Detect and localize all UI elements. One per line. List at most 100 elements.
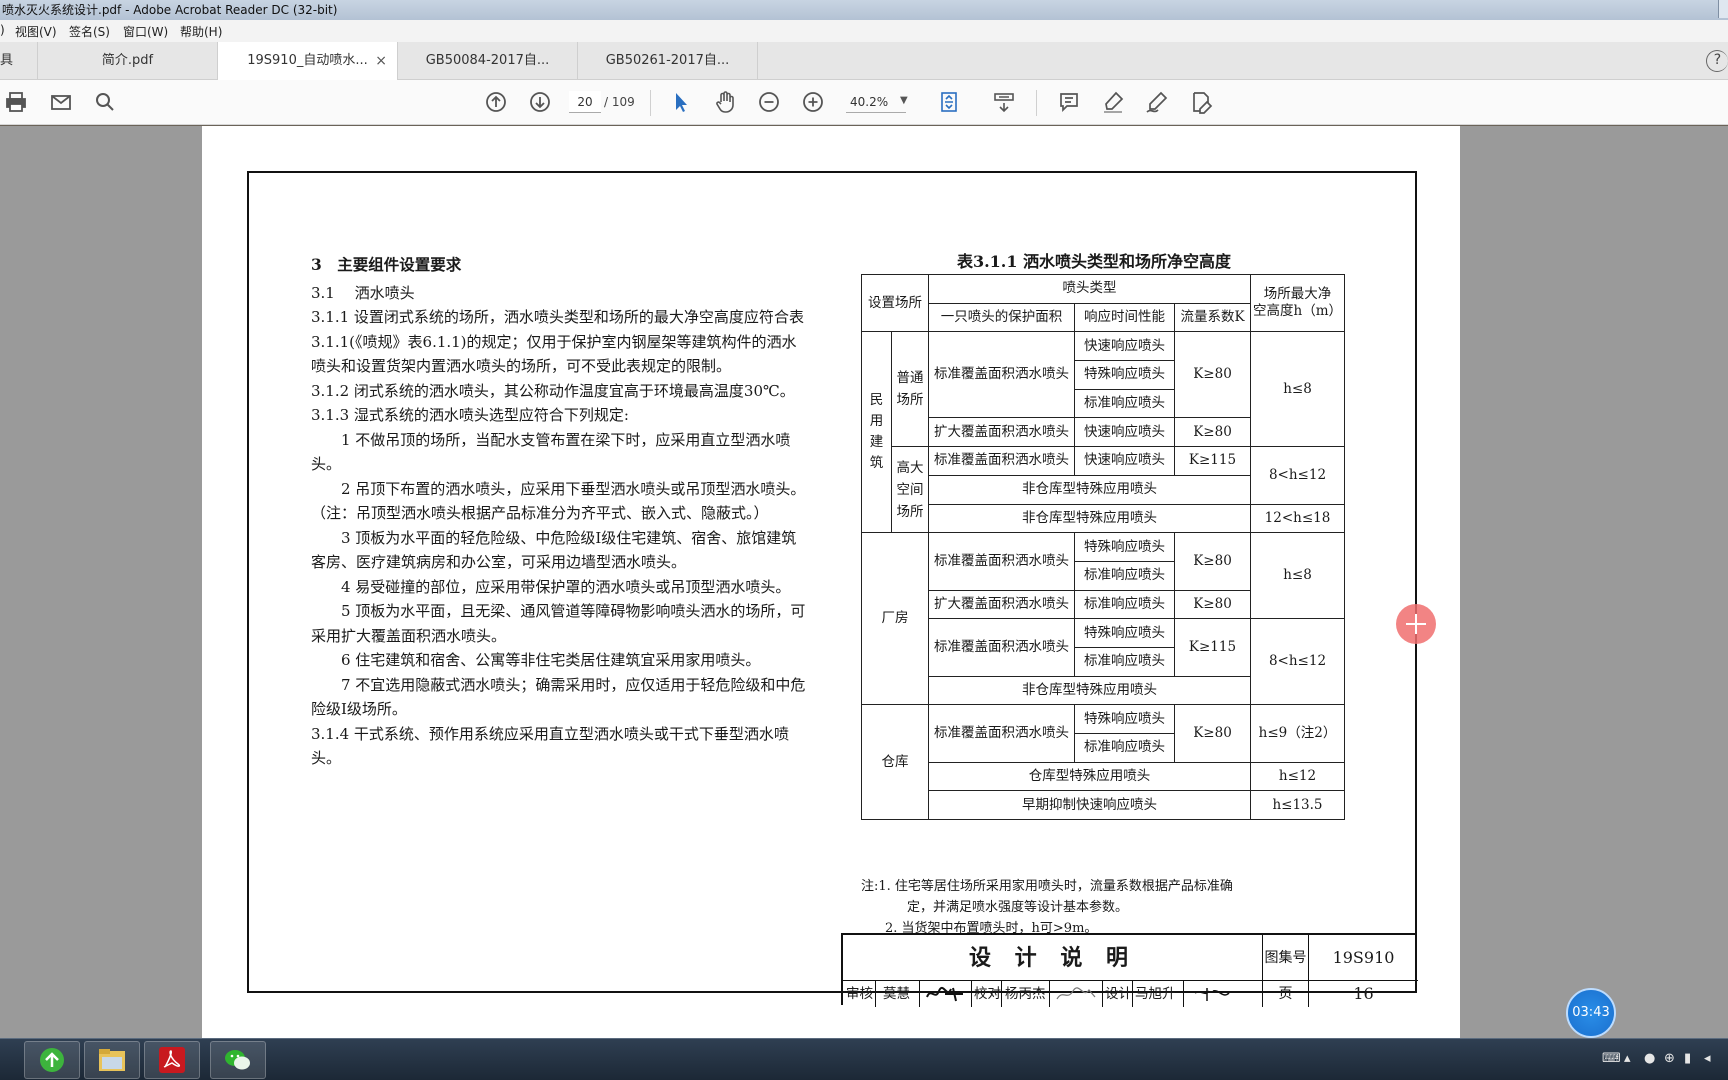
atlas-label: 图集号 [1263,935,1309,981]
scroll-mode-icon[interactable] [988,86,1020,118]
section-heading: 3 主要组件设置要求 [311,255,462,274]
zoom-level-input[interactable]: 40.2% [846,91,906,113]
table-cell: 标准覆盖面积洒水喷头 [928,618,1075,677]
taskbar-wechat-icon[interactable] [210,1041,266,1079]
table-cell: 标准覆盖面积洒水喷头 [928,704,1075,763]
sprinkler-spec-table: 设置场所 喷头类型 场所最大净 空高度h（m） 一只喷头的保护面积 响应时间性能 … [861,273,1345,821]
highlight-icon[interactable] [1097,86,1129,118]
chevron-down-icon[interactable]: ▼ [900,95,908,106]
paragraph: 3.1 洒水喷头 [311,283,415,302]
table-cell: 特殊响应喷头 [1074,618,1175,648]
paragraph: 3.1.4 干式系统、预作用系统应采用直立型洒水喷头或干式下垂型洒水喷头。 [311,724,789,768]
draw-icon[interactable] [1141,86,1173,118]
table-cell: K≥80 [1174,532,1251,591]
table-cell: h≤13.5 [1250,790,1345,821]
edit-pdf-icon[interactable] [1185,86,1217,118]
table-cell: 特殊响应喷头 [1074,360,1175,390]
menu-view[interactable]: 视图(V) [15,23,57,40]
menu-window[interactable]: 窗口(W) [123,23,168,40]
table-cell: h≤12 [1250,761,1345,792]
menu-item-partial[interactable]: ) [0,23,5,37]
close-tab-icon[interactable]: × [375,42,387,80]
menu-sign[interactable]: 签名(S) [69,23,110,40]
table-cell: 仓库型特殊应用喷头 [928,761,1251,792]
toolbar: 20 / 109 40.2% ▼ [0,80,1728,125]
paragraph: 3.1.1 设置闭式系统的场所，洒水喷头类型和场所的最大净空高度应符合表3.1.… [311,308,804,375]
page-total: / 109 [604,95,635,109]
paragraph: 3.1.2 闭式系统的洒水喷头，其公称动作温度宜高于环境最高温度30℃。 [311,381,795,400]
table-cell: K≥80 [1174,417,1251,448]
qq-icon[interactable]: ● [1644,1051,1655,1066]
paragraph: 3 顶板为水平面的轻危险级、中危险级Ⅰ级住宅建筑、宿舍、旅馆建筑客房、医疗建筑病… [311,528,797,572]
paragraph: 6 住宅建筑和宿舍、公寓等非住宅类居住建筑宜采用家用喷头。 [341,651,761,669]
page-number-input[interactable]: 20 [569,91,601,113]
window-control-button[interactable] [1718,0,1728,18]
table-notes: 注:1. 住宅等居住场所采用家用喷头时，流量系数根据产品标准确 定，并满足喷水强… [861,876,1233,939]
table-cell: 标准响应喷头 [1074,646,1175,677]
toolbar-divider [650,90,651,116]
tab-intro-pdf[interactable]: 简介.pdf [38,42,218,80]
table-cell: 响应时间性能 [1074,302,1175,333]
volume-icon[interactable]: ◂ [1704,1051,1711,1066]
system-tray: ⌨ ▴ ● ⊕ ▮ ◂ [1598,1039,1728,1080]
atlas-number: 19S910 [1309,935,1418,981]
tab-19s910[interactable]: 19S910_自动喷水... × [218,42,398,80]
table-cell: 标准覆盖面积洒水喷头 [928,331,1075,419]
table-cell: 标准响应喷头 [1074,560,1175,591]
email-icon[interactable] [45,86,77,118]
table-cell: 快速响应喷头 [1074,331,1175,362]
taskbar: ⌨ ▴ ● ⊕ ▮ ◂ [0,1038,1728,1080]
comment-icon[interactable] [1053,86,1085,118]
design-label: 设计 [1105,986,1132,1002]
check-label: 校对 [974,986,1001,1002]
table-cell: 高大空间场所 [891,446,929,534]
zoom-out-icon[interactable] [753,86,785,118]
paragraph: 2 吊顶下布置的洒水喷头，应采用下垂型洒水喷头或吊顶型洒水喷头。（注：吊顶型洒水… [311,479,806,523]
table-cell: h≤9（注2） [1250,704,1345,763]
tab-gb50084[interactable]: GB50084-2017自... [398,42,578,80]
tray-chevron-icon[interactable]: ▴ [1624,1051,1631,1066]
spec-text-column: 3 主要组件设置要求 3.1 洒水喷头 3.1.1 设置闭式系统的场所，洒水喷头… [311,253,811,771]
table-cell: K≥80 [1174,589,1251,620]
table-title: 表3.1.1 洒水喷头类型和场所净空高度 [956,252,1232,271]
hand-tool-icon[interactable] [709,86,741,118]
menu-bar: ) 视图(V) 签名(S) 窗口(W) 帮助(H) [0,20,1728,42]
table-cell: K≥115 [1174,446,1251,476]
table-cell: 标准覆盖面积洒水喷头 [928,532,1075,591]
previous-page-icon[interactable] [480,86,512,118]
network-icon[interactable]: ▮ [1684,1051,1691,1066]
document-viewport[interactable]: 3 主要组件设置要求 3.1 洒水喷头 3.1.1 设置闭式系统的场所，洒水喷头… [0,126,1728,1038]
select-tool-icon[interactable] [665,86,697,118]
taskbar-acrobat-icon[interactable] [144,1041,200,1079]
table-cell: 扩大覆盖面积洒水喷头 [928,589,1075,620]
table-cell: 设置场所 [861,273,929,333]
table-cell: 民用建筑 [861,331,892,534]
tab-gb50261[interactable]: GB50261-2017自... [578,42,758,80]
paragraph: 1 不做吊顶的场所，当配水支管布置在梁下时，应采用直立型洒水喷头。 [311,430,791,474]
keyboard-icon[interactable]: ⌨ [1602,1051,1621,1066]
toolbar-divider [1036,90,1037,116]
fit-page-icon[interactable] [933,86,965,118]
page-number: 16 [1353,984,1374,1003]
search-icon[interactable] [89,86,121,118]
taskbar-browser-icon[interactable] [24,1041,80,1079]
checker-signature [1056,987,1096,1000]
table-cell: 标准覆盖面积洒水喷头 [928,446,1075,476]
table-cell: 扩大覆盖面积洒水喷头 [928,417,1075,448]
drawing-frame: 3 主要组件设置要求 3.1 洒水喷头 3.1.1 设置闭式系统的场所，洒水喷头… [247,171,1418,1007]
taskbar-explorer-icon[interactable] [84,1041,140,1079]
table-cell: 特殊响应喷头 [1074,704,1175,734]
help-icon[interactable]: ? [1706,50,1728,72]
tray-add-icon[interactable]: ⊕ [1664,1051,1675,1066]
print-icon[interactable] [0,86,32,118]
tab-tools[interactable]: 具 [0,42,38,80]
paragraph: 3.1.3 湿式系统的洒水喷头选型应符合下列规定: [311,406,629,424]
menu-help[interactable]: 帮助(H) [180,23,222,40]
recording-timer[interactable]: 03:43 [1566,988,1616,1038]
table-cell: 场所最大净 空高度h（m） [1250,273,1345,333]
table-cell: 12<h≤18 [1250,503,1345,534]
zoom-in-icon[interactable] [797,86,829,118]
next-page-icon[interactable] [524,86,556,118]
paragraph: 4 易受碰撞的部位，应采用带保护罩的洒水喷头或吊顶型洒水喷头。 [341,577,791,596]
checker-name: 杨丙杰 [1005,986,1046,1002]
